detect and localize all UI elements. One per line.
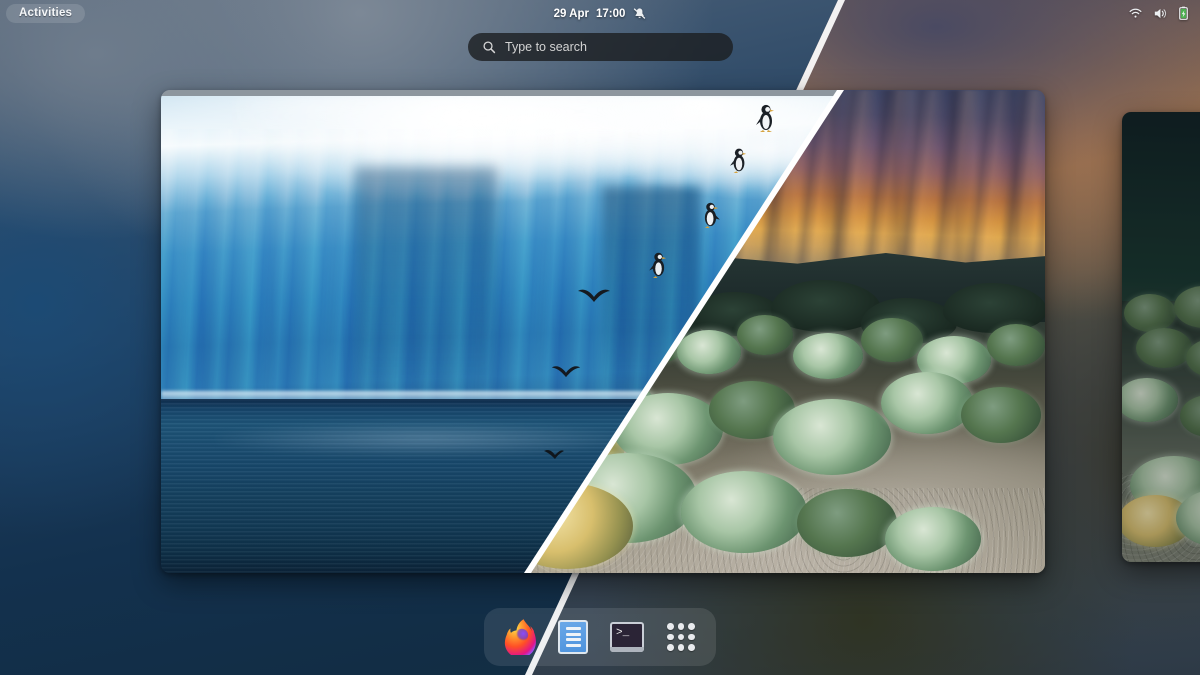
desktop-overview: Activities 29 Apr 17:00 [0, 0, 1200, 675]
dock-item-files[interactable] [554, 618, 592, 656]
search-icon [482, 40, 496, 54]
firefox-icon [501, 619, 537, 655]
dock-item-apps[interactable] [662, 618, 700, 656]
scene-desert-secondary [1122, 112, 1200, 562]
window-thumbnail-secondary[interactable] [1122, 112, 1200, 562]
clock-date: 29 Apr [554, 8, 589, 20]
search-placeholder: Type to search [505, 40, 587, 54]
clock-menu[interactable]: 29 Apr 17:00 [554, 0, 647, 27]
flying-bird-icon [577, 286, 611, 306]
penguin-icon [755, 102, 777, 132]
wifi-icon [1128, 6, 1143, 21]
penguin-icon [729, 146, 749, 173]
system-status-menu[interactable] [1128, 0, 1191, 27]
activities-button[interactable]: Activities [6, 4, 85, 23]
top-bar: Activities 29 Apr 17:00 [0, 0, 1200, 27]
cholla-cactus-field-secondary [1122, 283, 1200, 562]
terminal-prompt: >_ [616, 628, 629, 639]
volume-icon [1152, 6, 1167, 21]
dock: >_ [484, 608, 716, 666]
battery-charging-icon [1176, 6, 1191, 21]
terminal-icon: >_ [610, 622, 644, 652]
clock-time: 17:00 [596, 8, 625, 20]
dock-item-terminal[interactable]: >_ [608, 618, 646, 656]
dock-item-firefox[interactable] [500, 618, 538, 656]
flying-bird-icon [551, 362, 581, 380]
diving-bird-icon [543, 447, 565, 461]
search-input[interactable]: Type to search [468, 33, 733, 61]
bell-muted-icon [632, 7, 646, 21]
penguin-icon [700, 200, 721, 228]
penguin-icon [648, 250, 669, 278]
apps-grid-icon [667, 623, 695, 651]
files-icon [558, 620, 588, 654]
window-thumbnail-primary[interactable] [161, 90, 1045, 573]
